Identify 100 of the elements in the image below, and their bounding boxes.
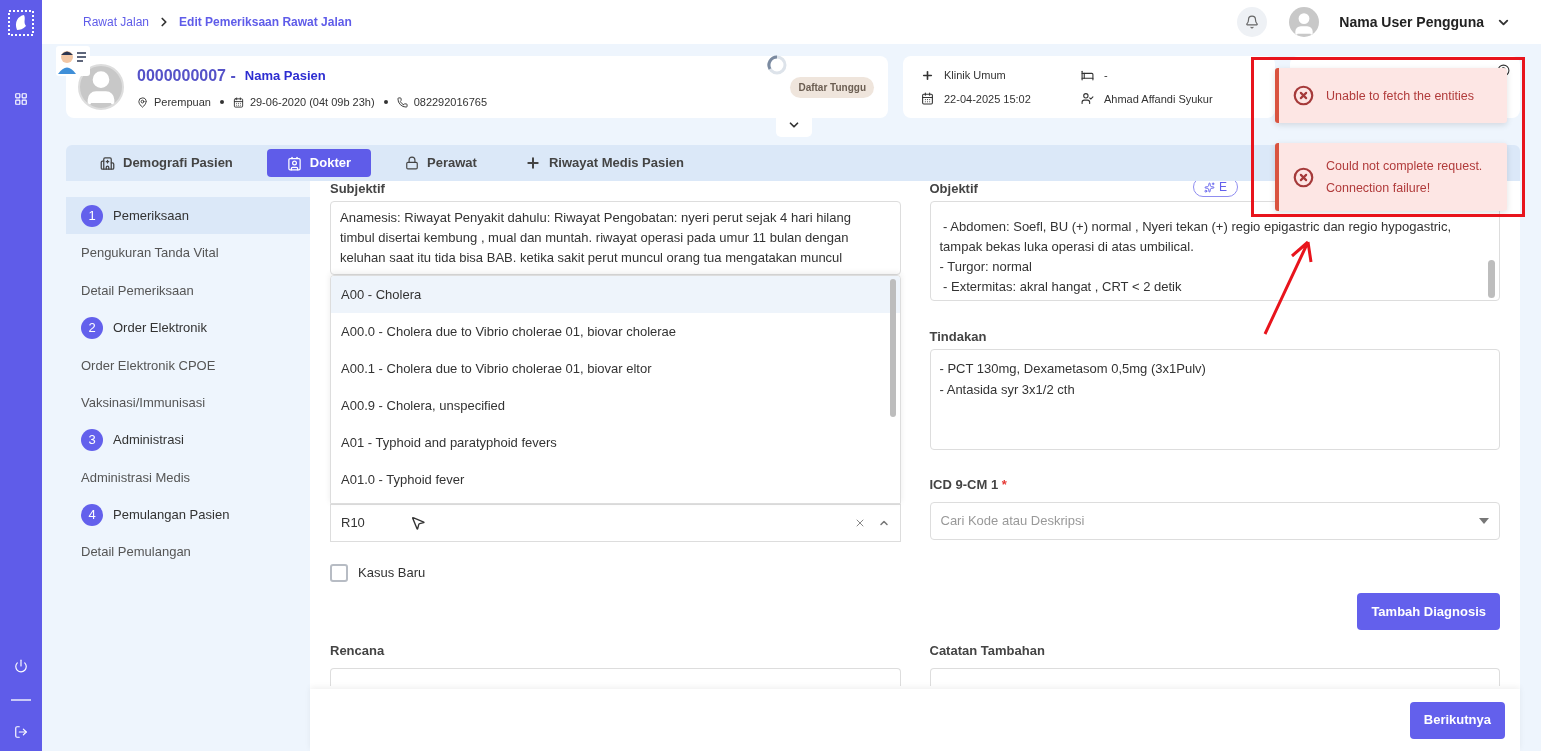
power-icon[interactable] [14,659,28,673]
substep-item[interactable]: Vaksinasi/Immunisasi [66,383,310,422]
diagnosis-combobox[interactable]: R10 [330,504,901,542]
substep-item[interactable]: Detail Pemulangan [66,533,310,571]
bed-number: - [1104,68,1108,83]
patient-gender: Perempuan [154,94,211,110]
step-label: Pengukuran Tanda Vital [81,244,219,263]
step-item[interactable]: 3 Administrasi [66,421,310,459]
bed-icon [1081,68,1094,82]
text-line: - Turgor: normal [939,258,1033,276]
error-icon [1293,85,1314,106]
text-line: - Antasida syr 3x1/2 cth [939,381,1076,399]
catatan-field[interactable] [929,668,1500,686]
next-button[interactable]: Berikutnya [1409,701,1505,739]
field-label: Subjektif [330,181,386,196]
dropdown-option[interactable]: A00.0 - Cholera due to Vibrio cholerae 01, biovar cholerae [331,313,900,350]
dashboard-icon[interactable] [14,92,28,106]
breadcrumb-link[interactable]: Edit Pemeriksaan Rawat Jalan [179,13,352,31]
step-label: Detail Pemulangan [81,543,191,562]
step-label: Order Elektronik [113,319,207,338]
text-line: Anamesis: Riwayat Penyakit dahulu: Riwayat Pengobatan: nyeri perut sejak 4 hari hilang [340,209,852,227]
select-placeholder: Cari Kode atau Deskripsi [940,512,1085,531]
substep-item[interactable]: Detail Pemeriksaan [66,271,310,310]
add-diagnosis-button[interactable]: Tambah Diagnosis [1357,593,1500,630]
text-line: timbul disertai kembung , mual dan muntah. riwayat operasi pada umur 11 bulan dengan [340,229,850,247]
clinic-icon [921,68,934,82]
step-item[interactable]: 4 Pemulangan Pasien [66,496,310,534]
building-icon [100,155,115,171]
bell-icon [1245,15,1260,29]
notification-button[interactable] [1237,7,1268,37]
status-badge: Daftar Tunggu [790,77,874,98]
kasus-baru-checkbox[interactable]: Kasus Baru [330,563,901,583]
text-line: - PCT 130mg, Dexametasom 0,5mg (3x1Pulv) [939,360,1207,378]
phone-icon [396,96,408,108]
step-item[interactable]: 2 Order Elektronik [66,309,310,347]
dropdown-option[interactable]: A01.0 - Typhoid fever [331,461,900,498]
patient-name: Nama Pasien [244,67,326,85]
scrollbar-thumb [1488,260,1495,298]
step-number: 4 [81,503,103,526]
step-label: Administrasi Medis [81,468,191,487]
plus-icon [524,155,541,171]
patient-avatar [78,64,124,110]
step-label: Pemulangan Pasien [113,506,230,525]
combobox-value: R10 [341,514,365,533]
toast-message: Could not complete request. Connection failure! [1326,158,1484,197]
step-label: Administrasi [113,431,184,450]
loading-spinner-icon [766,54,788,76]
doctor-icon [1081,92,1094,106]
calendar-icon [921,92,934,106]
clinic-name: Klinik Umum [944,68,1006,83]
step-number: 2 [81,316,103,339]
checkbox-label: Kasus Baru [358,564,426,582]
tindakan-textarea[interactable]: - PCT 130mg, Dexametasom 0,5mg (3x1Pulv) - Antasida syr 3x1/2 cth [929,349,1500,450]
step-label: Pemeriksaan [113,206,189,225]
text-line: tampak bekas luka operasi di atas umbilical. [939,238,1195,256]
toast-message: Unable to fetch the entities [1326,87,1474,105]
text-line: - Extermitas: akral hangat , CRT < 2 detik [942,278,1183,296]
caret-down-icon[interactable] [1479,518,1489,524]
patient-phone: 082292016765 [413,94,488,110]
tab[interactable]: Perawat [391,149,491,177]
field-label: Tindakan [929,329,988,344]
lock-icon [405,156,419,170]
substep-item[interactable]: Pengukuran Tanda Vital [66,234,310,272]
visit-date: 22-04-2025 15:02 [944,91,1031,107]
tab[interactable]: Demografi Pasien [86,149,247,177]
field-label: ICD 9-CM 1 * [929,477,1008,492]
field-label: Objektif [929,181,978,196]
exit-icon[interactable] [14,725,28,739]
gender-icon [137,96,148,108]
breadcrumb-link[interactable]: Rawat Jalan [83,13,150,31]
patient-id: 0000000007 - [137,65,236,86]
logo-icon [8,10,34,36]
field-label: Catatan Tambahan [929,643,1046,658]
badge-icon [286,155,302,171]
step-label: Detail Pemeriksaan [81,281,194,300]
error-icon [1293,166,1314,188]
tab[interactable]: Dokter [266,149,371,177]
dropdown-option[interactable]: A00.9 - Cholera, unspecified [331,387,900,424]
step-item[interactable]: 1 Pemeriksaan [66,197,310,235]
step-label: Order Elektronik CPOE [81,356,216,375]
text-line: keluhan saat itu tida bisa BAB. ketika sakit perut muncul orang tua mengatakan muncul [340,249,844,267]
text-line: - Abdomen: Soefl, BU (+) normal , Nyeri tekan (+) regio epigastric dan regio hypogastric, [942,218,1453,236]
calendar-icon [232,96,244,108]
tab[interactable]: Riwayat Medis Pasien [510,149,698,177]
field-label: Rencana [330,643,386,658]
checkbox[interactable] [330,563,348,582]
substep-item[interactable]: Order Elektronik CPOE [66,346,310,384]
step-label: Vaksinasi/Immunisasi [81,393,206,412]
sparkle-icon [1204,181,1215,193]
subjektif-textarea[interactable] [330,201,901,275]
rencana-field[interactable] [330,668,901,686]
doctor-name: Ahmad Affandi Syukur [1104,91,1213,107]
mouse-cursor-icon [410,515,426,531]
patient-dob: 29-06-2020 (04t 09b 23h) [249,94,375,110]
user-name[interactable]: Nama User Pengguna [1339,11,1484,33]
dropdown-option[interactable]: A00 - Cholera [331,276,900,313]
dropdown-option[interactable]: A01 - Typhoid and paratyphoid fevers [331,424,900,461]
dropdown-option[interactable]: A00.1 - Cholera due to Vibrio cholerae 01, biovar eltor [331,350,900,387]
step-number: 1 [81,204,103,227]
substep-item[interactable]: Administrasi Medis [66,458,310,497]
